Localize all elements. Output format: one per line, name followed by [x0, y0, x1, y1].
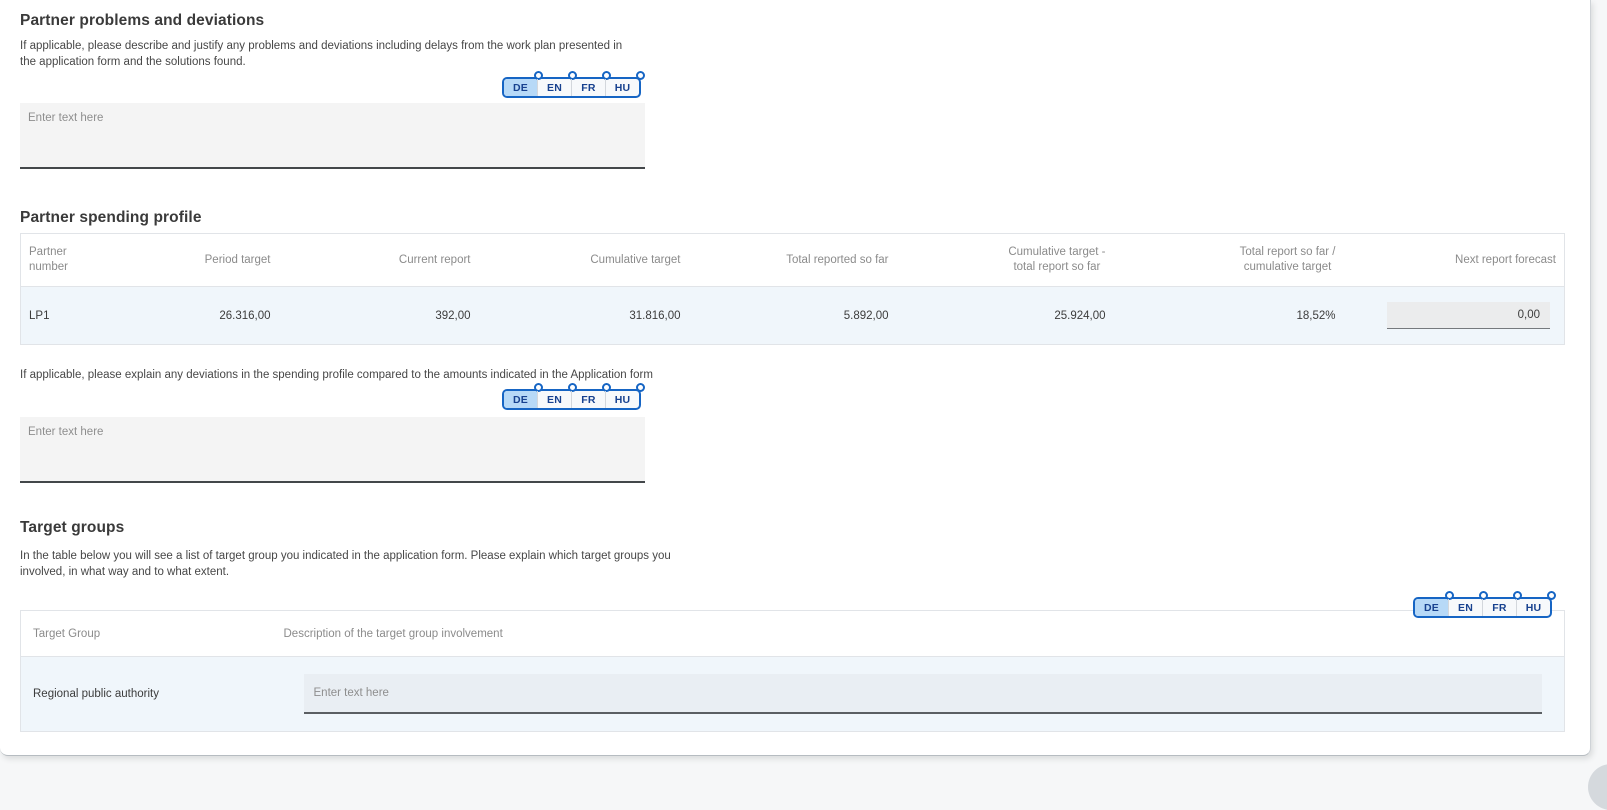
language-tab-label: HU	[615, 394, 631, 406]
language-tab-label: HU	[1526, 602, 1542, 614]
section-title-spending-profile: Partner spending profile	[20, 209, 202, 227]
report-form-card: Partner problems and deviations If appli…	[0, 0, 1591, 756]
section-title-partner-problems: Partner problems and deviations	[20, 12, 264, 30]
language-tab-de[interactable]: DE	[504, 79, 537, 96]
cell-total-over-cumulative: 18,52%	[1114, 287, 1344, 345]
cell-target-group-name: Regional public authority	[21, 657, 284, 732]
spending-table-row-lp1: LP1 26.316,00 392,00 31.816,00 5.892,00 …	[21, 287, 1565, 345]
translation-status-badge-icon	[636, 71, 645, 80]
language-tab-label: HU	[615, 82, 631, 94]
language-selector-target-groups: DE EN FR HU	[1413, 597, 1552, 618]
language-tab-en[interactable]: EN	[1448, 599, 1482, 616]
language-tab-label: FR	[581, 82, 595, 94]
column-header-total-reported: Total reported so far	[786, 253, 888, 268]
language-tab-fr[interactable]: FR	[1482, 599, 1516, 616]
language-tab-label: EN	[547, 82, 562, 94]
language-tab-de[interactable]: DE	[1415, 599, 1448, 616]
language-tab-label: EN	[547, 394, 562, 406]
language-tab-de[interactable]: DE	[504, 391, 537, 408]
cell-cumulative-minus-total: 25.924,00	[897, 287, 1114, 345]
partner-spending-table: Partner number Period target Current rep…	[20, 233, 1565, 345]
column-header-cumulative-minus-total: Cumulative target - total report so far	[1008, 245, 1105, 275]
language-selector-problems: DE EN FR HU	[502, 77, 641, 98]
spending-table-header-row: Partner number Period target Current rep…	[21, 234, 1565, 287]
spending-deviation-textarea[interactable]	[20, 417, 645, 483]
section-title-target-groups: Target groups	[20, 519, 124, 537]
column-header-target-group: Target Group	[21, 611, 284, 657]
column-header-next-report-forecast: Next report forecast	[1455, 253, 1556, 268]
cell-total-reported: 5.892,00	[689, 287, 897, 345]
language-tab-fr[interactable]: FR	[571, 79, 605, 96]
language-tab-label: FR	[1492, 602, 1506, 614]
cell-cumulative-target: 31.816,00	[479, 287, 689, 345]
column-header-total-over-cumulative: Total report so far / cumulative target	[1240, 245, 1336, 275]
language-tab-hu[interactable]: HU	[1516, 599, 1550, 616]
column-header-current-report: Current report	[399, 253, 471, 268]
column-header-partner-number: Partner number	[29, 245, 68, 275]
language-tab-hu[interactable]: HU	[605, 79, 639, 96]
floating-action-button[interactable]	[1588, 764, 1607, 810]
translation-status-badge-icon	[636, 383, 645, 392]
language-tab-label: DE	[513, 394, 528, 406]
language-tab-label: FR	[581, 394, 595, 406]
target-group-row: Regional public authority	[21, 657, 1565, 732]
cell-current-report: 392,00	[279, 287, 479, 345]
language-tab-fr[interactable]: FR	[571, 391, 605, 408]
partner-problems-description: If applicable, please describe and justi…	[20, 38, 625, 70]
cell-period-target: 26.316,00	[141, 287, 279, 345]
language-selector-spending-deviation: DE EN FR HU	[502, 389, 641, 410]
target-groups-header-row: Target Group Description of the target g…	[21, 611, 1565, 657]
column-header-period-target: Period target	[205, 253, 271, 268]
language-tab-hu[interactable]: HU	[605, 391, 639, 408]
target-group-description-input[interactable]	[304, 674, 1543, 714]
language-tab-en[interactable]: EN	[537, 79, 571, 96]
language-tab-en[interactable]: EN	[537, 391, 571, 408]
column-header-cumulative-target: Cumulative target	[590, 253, 680, 268]
partner-problems-textarea[interactable]	[20, 103, 645, 169]
next-report-forecast-input[interactable]	[1387, 302, 1550, 329]
language-tab-label: EN	[1458, 602, 1473, 614]
cell-partner-number: LP1	[21, 287, 141, 345]
target-groups-table: Target Group Description of the target g…	[20, 610, 1565, 732]
column-header-target-group-description: Description of the target group involvem…	[284, 611, 1565, 657]
spending-deviation-hint: If applicable, please explain any deviat…	[20, 367, 920, 383]
translation-status-badge-icon	[1547, 591, 1556, 600]
language-tab-label: DE	[513, 82, 528, 94]
target-groups-description: In the table below you will see a list o…	[20, 548, 675, 580]
language-tab-label: DE	[1424, 602, 1439, 614]
